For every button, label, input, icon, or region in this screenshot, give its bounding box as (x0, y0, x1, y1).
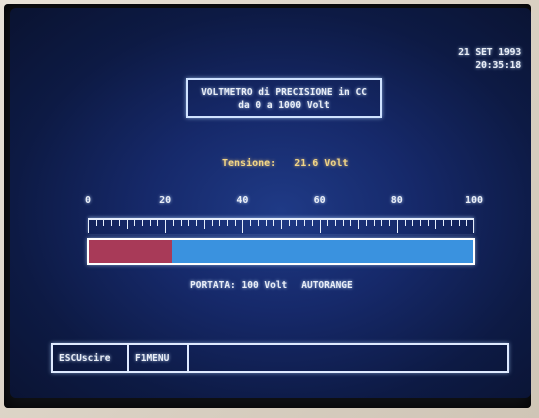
minor-tick (157, 220, 159, 226)
minor-tick (365, 220, 367, 226)
minor-tick (273, 220, 275, 226)
minor-tick (257, 220, 259, 226)
scale-ruler (88, 218, 474, 234)
major-tick (242, 220, 244, 233)
minor-tick (203, 220, 205, 229)
major-tick (165, 220, 167, 233)
minor-tick (304, 220, 306, 226)
esc-key-action: Uscire (76, 352, 111, 364)
minor-tick (265, 220, 267, 226)
minor-tick (404, 220, 406, 226)
minor-tick (327, 220, 329, 226)
range-value: 100 Volt (241, 280, 288, 291)
scale-label: 0 (84, 195, 92, 206)
minor-tick (211, 220, 213, 226)
minor-tick (373, 220, 375, 226)
clock-date: 21 SET 1993 (458, 47, 521, 58)
scale-label: 20 (159, 195, 172, 206)
minor-tick (427, 220, 429, 226)
title-line-2: da 0 a 1000 Volt (238, 100, 330, 111)
minor-tick (381, 220, 383, 226)
esc-key-label: ESC (59, 352, 77, 364)
minor-tick (172, 220, 174, 226)
minor-tick (450, 220, 452, 226)
minor-tick (95, 220, 97, 226)
voltage-bar (87, 238, 475, 265)
minor-tick (234, 220, 236, 226)
minor-tick (103, 220, 105, 226)
minor-tick (419, 220, 421, 226)
minor-tick (126, 220, 128, 229)
minor-tick (311, 220, 313, 226)
scale-label: 40 (236, 195, 249, 206)
minor-tick (335, 220, 337, 226)
range-line: PORTATA: 100 Volt AUTORANGE (190, 280, 353, 291)
voltage-label: Tensione: (222, 158, 277, 169)
scale-label: 100 (464, 195, 484, 206)
minor-tick (219, 220, 221, 226)
esc-exit-key[interactable]: ESC Uscire (53, 345, 129, 371)
minor-tick (111, 220, 113, 226)
function-key-bar-empty (189, 345, 507, 371)
minor-tick (358, 220, 360, 229)
minor-tick (443, 220, 445, 226)
major-tick (396, 220, 398, 233)
minor-tick (350, 220, 352, 226)
minor-tick (389, 220, 391, 226)
scale-label: 80 (390, 195, 403, 206)
major-tick (319, 220, 321, 233)
minor-tick (466, 220, 468, 226)
minor-tick (226, 220, 228, 226)
title-box: VOLTMETRO di PRECISIONE in CC da 0 a 100… (186, 78, 382, 118)
minor-tick (412, 220, 414, 226)
minor-tick (288, 220, 290, 226)
title-line-1: VOLTMETRO di PRECISIONE in CC (201, 87, 367, 98)
f1-key-label: F1 (135, 352, 147, 364)
minor-tick (196, 220, 198, 226)
minor-tick (188, 220, 190, 226)
minor-tick (134, 220, 136, 226)
minor-tick (435, 220, 437, 229)
major-tick (88, 220, 89, 233)
minor-tick (118, 220, 120, 226)
function-key-bar: ESC Uscire F1 MENU (51, 343, 509, 373)
range-label: PORTATA: (190, 280, 236, 291)
f1-menu-key[interactable]: F1 MENU (129, 345, 189, 371)
voltage-bar-remaining (171, 240, 473, 263)
minor-tick (458, 220, 460, 226)
minor-tick (180, 220, 182, 226)
voltage-bar-fill (89, 240, 172, 263)
major-tick (473, 220, 474, 233)
clock: 21 SET 1993 20:35:18 (458, 46, 521, 72)
voltage-reading: Tensione: 21.6 Volt (222, 158, 348, 169)
clock-time: 20:35:18 (475, 60, 521, 71)
voltmeter-screen: 21 SET 1993 20:35:18 VOLTMETRO di PRECIS… (10, 8, 531, 398)
range-mode: AUTORANGE (301, 280, 353, 291)
minor-tick (142, 220, 144, 226)
minor-tick (149, 220, 151, 226)
scale-label: 60 (313, 195, 326, 206)
minor-tick (281, 220, 282, 229)
voltage-value: 21.6 Volt (294, 158, 349, 169)
minor-tick (250, 220, 252, 226)
minor-tick (296, 220, 298, 226)
scale-labels: 0 20 40 60 80 100 (10, 195, 531, 209)
minor-tick (342, 220, 344, 226)
f1-key-action: MENU (146, 352, 170, 364)
